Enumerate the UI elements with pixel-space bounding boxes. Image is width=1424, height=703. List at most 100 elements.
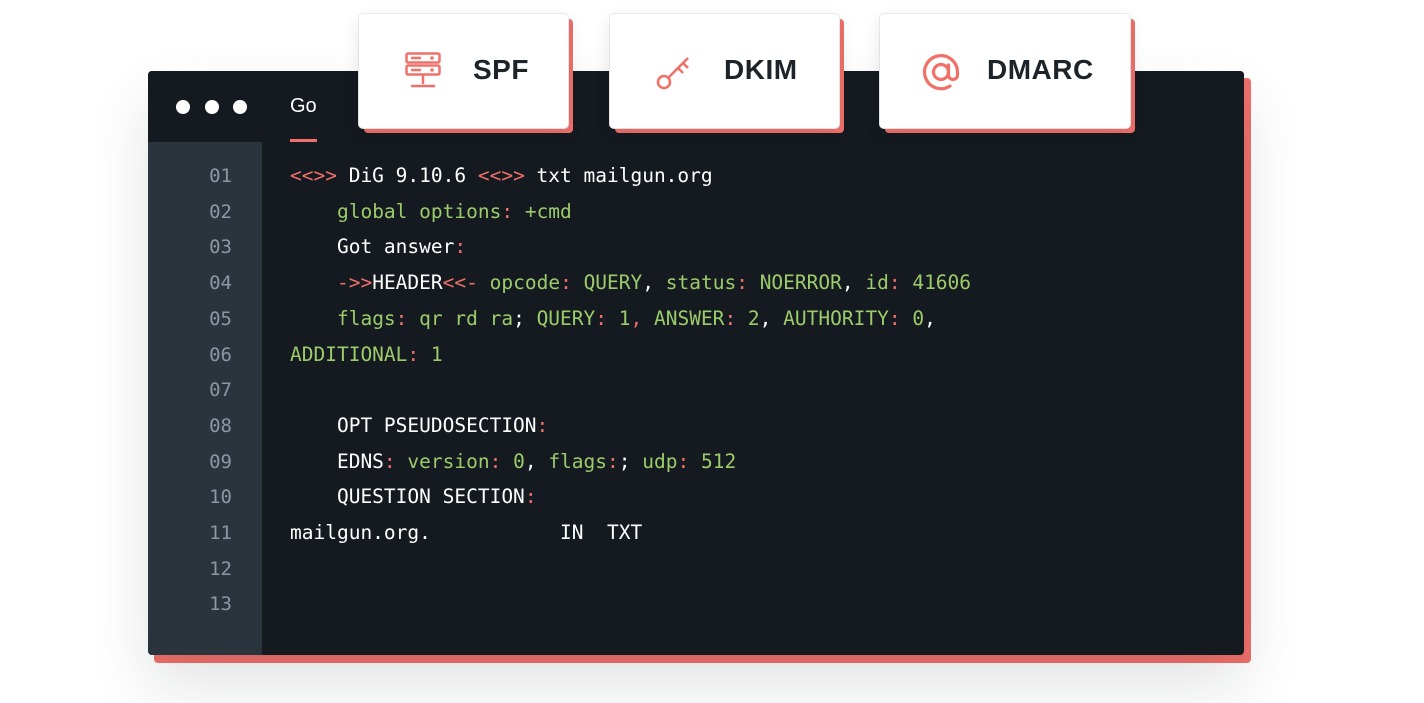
line-number: 09 bbox=[209, 450, 232, 473]
code-token: 0 bbox=[513, 449, 525, 473]
code-line: QUESTION SECTION: bbox=[290, 486, 537, 508]
window-dot-icon[interactable] bbox=[176, 100, 190, 114]
code-token: ANSWER bbox=[653, 306, 725, 330]
dkim-card[interactable]: DKIM bbox=[610, 14, 839, 128]
line-number-gutter: 01 02 03 04 05 06 07 08 09 10 11 12 13 bbox=[148, 142, 262, 655]
spf-label: SPF bbox=[473, 54, 529, 85]
code-line: EDNS: version: 0, flags:; udp: 512 bbox=[290, 449, 737, 473]
code-token: udp bbox=[642, 449, 678, 473]
code-token: , bbox=[841, 271, 866, 295]
active-tab-indicator bbox=[290, 139, 317, 142]
dkim-label: DKIM bbox=[724, 54, 798, 85]
code-line: OPT PSEUDOSECTION: bbox=[290, 413, 549, 437]
window-dot-icon[interactable] bbox=[233, 100, 247, 114]
at-sign-icon bbox=[922, 54, 960, 91]
code-window: Go 01 02 03 04 05 06 07 08 09 10 11 12 13 <<>> DiG 9… bbox=[148, 71, 1244, 655]
code-token: : bbox=[888, 306, 913, 330]
code-token: : bbox=[395, 306, 420, 330]
code-token: , bbox=[759, 306, 784, 330]
code-line: ->>HEADER<<- opcode: QUERY, status: NOER… bbox=[290, 272, 971, 294]
code-token: global options bbox=[336, 199, 502, 223]
line-number: 11 bbox=[209, 522, 232, 544]
code-token: EDNS bbox=[290, 449, 384, 473]
code-token: qr rd ra bbox=[419, 306, 514, 330]
code-token: : bbox=[677, 449, 701, 473]
code-token: +cmd bbox=[524, 199, 572, 223]
line-number: 06 bbox=[209, 343, 232, 366]
key-icon bbox=[656, 57, 689, 90]
tab-go[interactable]: Go bbox=[290, 95, 317, 118]
code-line: mailgun.org. IN TXT bbox=[290, 522, 642, 544]
code-token: : bbox=[407, 342, 431, 366]
code-token: 0 bbox=[912, 306, 925, 330]
code-token: : bbox=[524, 485, 537, 509]
dmarc-card[interactable]: DMARC bbox=[880, 14, 1130, 128]
code-token: QUERY bbox=[536, 306, 596, 330]
code-token: mailgun.org. IN TXT bbox=[290, 521, 643, 544]
code-token: ; bbox=[513, 306, 537, 330]
code-line: ADDITIONAL: 1 bbox=[290, 342, 443, 366]
code-token: 41606 bbox=[912, 271, 972, 295]
line-number: 10 bbox=[209, 486, 232, 509]
code-token: flags bbox=[336, 306, 396, 330]
code-token: HEADER bbox=[372, 271, 443, 295]
line-number: 02 bbox=[209, 200, 232, 223]
line-number: 05 bbox=[209, 307, 232, 330]
code-token: ->> bbox=[336, 271, 373, 295]
code-token: QUESTION SECTION bbox=[290, 485, 525, 509]
code-token: flags bbox=[548, 449, 608, 473]
code-token: <<>> bbox=[290, 164, 349, 187]
code-token: : bbox=[736, 271, 760, 295]
code-token: , bbox=[642, 271, 666, 295]
code-token: version bbox=[407, 449, 490, 473]
code-token: OPT PSEUDOSECTION bbox=[290, 413, 537, 437]
code-token: : bbox=[595, 306, 619, 330]
code-token: : bbox=[607, 449, 619, 473]
code-token: : bbox=[383, 449, 408, 473]
code-token: id bbox=[865, 271, 889, 295]
line-number: 07 bbox=[209, 379, 232, 402]
code-token: <<>> bbox=[477, 164, 537, 187]
dmarc-label: DMARC bbox=[987, 54, 1094, 85]
code-token: : bbox=[560, 271, 584, 295]
code-token: , bbox=[524, 449, 549, 473]
code-line: Got answer: bbox=[290, 236, 466, 258]
code-line: <<>> DiG 9.10.6 <<>> txt mailgun.org bbox=[290, 165, 713, 187]
server-icon bbox=[405, 52, 441, 88]
code-token: txt mailgun.org bbox=[536, 164, 713, 187]
code-token: Got answer bbox=[290, 235, 455, 259]
code-token: : bbox=[888, 271, 913, 295]
line-number: 04 bbox=[209, 272, 232, 295]
code-token: , bbox=[924, 306, 936, 330]
code-token: : bbox=[489, 449, 514, 473]
code-line: global options: +cmd bbox=[290, 199, 572, 223]
spf-card[interactable]: SPF bbox=[359, 14, 568, 128]
code-token: : bbox=[724, 306, 748, 330]
line-number: 08 bbox=[209, 414, 232, 437]
code-token: : bbox=[454, 235, 467, 259]
code-token: 512 bbox=[700, 449, 737, 473]
code-token: 1 bbox=[430, 342, 443, 366]
window-dot-icon[interactable] bbox=[205, 100, 219, 114]
line-number: 01 bbox=[209, 165, 232, 187]
code-token: opcode bbox=[489, 271, 561, 295]
code-token: QUERY bbox=[583, 271, 643, 295]
code-token: : bbox=[536, 413, 549, 437]
code-line: flags: qr rd ra; QUERY: 1, ANSWER: 2, AU… bbox=[290, 306, 936, 330]
code-token: ADDITIONAL bbox=[290, 342, 408, 366]
code-token: status bbox=[665, 271, 737, 295]
line-number: 12 bbox=[209, 557, 232, 580]
code-token: <<- bbox=[442, 271, 490, 295]
line-number: 13 bbox=[209, 593, 232, 616]
code-token: , bbox=[630, 306, 654, 330]
code-token: 2 bbox=[747, 306, 760, 330]
code-token: 1 bbox=[618, 306, 631, 330]
code-token: NOERROR bbox=[759, 271, 842, 295]
code-token: ; bbox=[618, 449, 643, 473]
line-number: 03 bbox=[209, 236, 232, 259]
code-token: AUTHORITY bbox=[783, 306, 889, 330]
code-token: : bbox=[501, 199, 525, 223]
